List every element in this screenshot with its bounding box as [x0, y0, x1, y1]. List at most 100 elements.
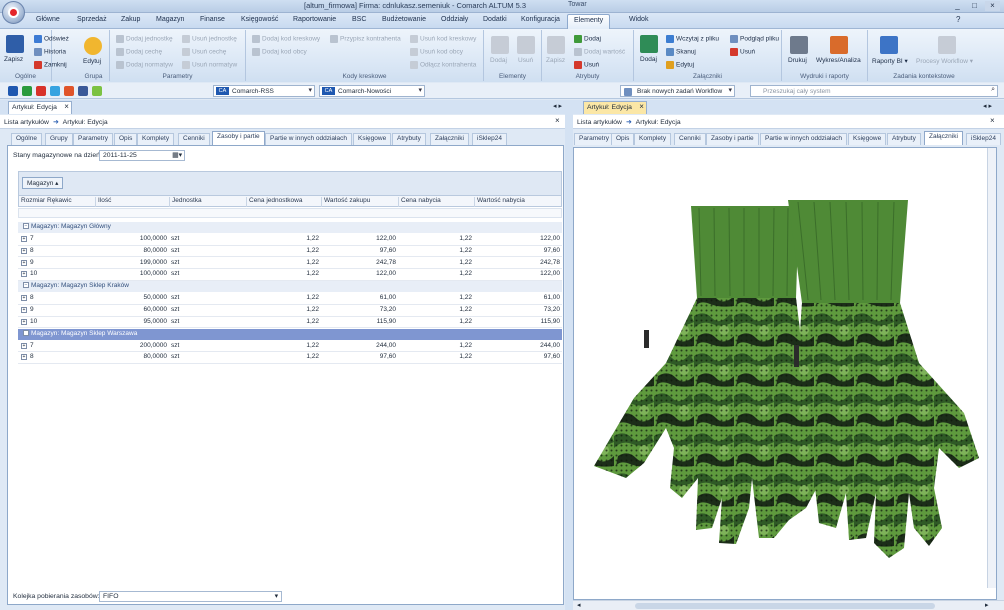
tab-raportowanie[interactable]: Raportowanie [293, 16, 336, 23]
maximize-button[interactable]: □ [967, 1, 982, 11]
tab-scroll-arrows[interactable]: ◂ ▸ [553, 102, 562, 110]
tab-dodatki[interactable]: Dodatki [483, 16, 507, 23]
remove-unit-button[interactable]: Usuń jednostkę [182, 35, 237, 43]
preview-file-button[interactable]: Podgląd pliku [730, 35, 779, 43]
close-window-button[interactable]: × [985, 1, 1000, 11]
remove-feature-button[interactable]: Usuń cechę [182, 48, 226, 56]
search-icon[interactable]: ⌕ [991, 86, 995, 94]
table-row[interactable]: 7 100,0000 szt 1,22 122,00 1,22 122,00 + [18, 234, 562, 246]
add-value-button[interactable]: Dodaj wartość [574, 48, 625, 56]
expand-icon[interactable]: + [21, 307, 27, 313]
table-row[interactable]: 9 199,0000 szt 1,22 242,78 1,22 242,78 + [18, 258, 562, 270]
panel-splitter[interactable] [565, 100, 573, 610]
calendar-icon[interactable]: ▦▾ [172, 151, 182, 159]
tab-widok[interactable]: Widok [629, 16, 648, 23]
expand-icon[interactable]: + [21, 259, 27, 266]
twitter-icon[interactable] [50, 86, 60, 96]
col-wartosc-nabycia[interactable]: Wartość nabycia [475, 197, 563, 207]
collapse-icon[interactable]: − [23, 223, 29, 230]
table-row[interactable]: 9 60,0000 szt 1,22 73,20 1,22 73,20 + [18, 305, 562, 317]
expand-icon[interactable]: + [21, 247, 27, 254]
add-foreign-code-button[interactable]: Dodaj kod obcy [252, 48, 307, 56]
tab-cenniki[interactable]: Cenniki [674, 133, 706, 145]
tab-atrybuty[interactable]: Atrybuty [887, 133, 921, 145]
load-from-file-button[interactable]: Wczytaj z pliku [666, 35, 719, 43]
workflow-processes-button[interactable]: Procesy Workflow ▾ [916, 57, 973, 65]
filter-row[interactable] [18, 208, 562, 218]
collapse-icon[interactable]: − [23, 329, 29, 336]
expand-icon[interactable]: + [21, 342, 27, 349]
tab-parametry[interactable]: Parametry [574, 133, 614, 145]
close-panel-icon[interactable]: × [555, 116, 560, 125]
vertical-scrollbar[interactable] [987, 148, 996, 588]
tab-elementy[interactable]: Elementy [567, 14, 611, 29]
right-doc-tab[interactable]: Artykuł: Edycja × [583, 101, 647, 114]
add-element-button[interactable]: Dodaj [490, 57, 507, 64]
tab-isklep24[interactable]: iSklep24 [472, 133, 507, 145]
group-row[interactable]: − Magazyn: Magazyn Sklep Kraków [18, 281, 562, 293]
print-button[interactable]: Drukuj [788, 57, 807, 64]
tab-zasoby-i-partie[interactable]: Zasoby i partie [706, 133, 759, 145]
tab-komplety[interactable]: Komplety [634, 133, 672, 145]
table-row[interactable]: 10 100,0000 szt 1,22 122,00 1,22 122,00 + [18, 269, 562, 282]
expand-icon[interactable]: + [21, 295, 27, 302]
close-tab-icon[interactable]: × [639, 102, 644, 111]
workflow-combo[interactable]: Brak nowych zadań Workflow ▾ [620, 85, 735, 97]
app-menu-button[interactable] [2, 1, 25, 24]
breadcrumb-list-link[interactable]: Lista artykułów [4, 119, 49, 126]
collapse-icon[interactable]: − [23, 282, 29, 289]
tab-bsc[interactable]: BSC [352, 16, 366, 23]
expand-icon[interactable]: + [21, 354, 27, 361]
tab-ksiegowe[interactable]: Księgowe [353, 133, 392, 145]
col-wartosc-zakupu[interactable]: Wartość zakupu [322, 197, 399, 207]
add-feature-button[interactable]: Dodaj cechę [116, 48, 162, 56]
queue-select[interactable]: FIFO ▾ [99, 591, 282, 602]
chart-analysis-button[interactable]: Wykres/Analiza [816, 57, 861, 64]
add-norm-button[interactable]: Dodaj normatyw [116, 61, 173, 69]
close-document-button[interactable]: Zamknij [34, 61, 67, 69]
history-button[interactable]: Historia [34, 48, 66, 56]
expand-icon[interactable]: + [21, 236, 27, 242]
edit-attachment-button[interactable]: Edytuj [666, 61, 694, 69]
tab-grupy[interactable]: Grupy [45, 133, 73, 145]
tab-partie-w-innych-oddzialach[interactable]: Partie w innych oddziałach [265, 133, 352, 145]
assign-contractor-button[interactable]: Przypisz kontrahenta [330, 35, 401, 43]
remove-element-button[interactable]: Usuń [518, 57, 533, 64]
add-barcode-button[interactable]: Dodaj kod kreskowy [252, 35, 320, 43]
tab-isklep24[interactable]: iSklep24 [966, 133, 1001, 145]
tab-glowne[interactable]: Główne [36, 16, 60, 23]
tab-konfiguracja[interactable]: Konfiguracja [521, 16, 560, 23]
rss-combo[interactable]: CA Comarch-RSS ▾ [213, 85, 315, 97]
remove-attachment-button[interactable]: Usuń [730, 48, 755, 56]
add-attribute-button[interactable]: Dodaj [574, 35, 601, 43]
rss-icon[interactable] [64, 86, 74, 96]
facebook-icon[interactable] [78, 86, 88, 96]
tab-opis[interactable]: Opis [611, 133, 635, 145]
tab-cenniki[interactable]: Cenniki [178, 133, 210, 145]
table-row[interactable]: 10 95,0000 szt 1,22 115,90 1,22 115,90 + [18, 317, 562, 329]
news-combo[interactable]: CA Comarch-Nowości ▾ [319, 85, 425, 97]
group-row[interactable]: − Magazyn: Magazyn Główny [18, 222, 562, 233]
tab-komplety[interactable]: Komplety [137, 133, 175, 145]
table-row[interactable]: 8 80,0000 szt 1,22 97,60 1,22 97,60 + [18, 246, 562, 258]
detach-contractor-button[interactable]: Odłącz kontrahenta [410, 61, 476, 69]
scroll-left-icon[interactable]: ◂ [577, 601, 581, 609]
scroll-thumb[interactable] [635, 603, 935, 609]
add-attachment-button[interactable]: Dodaj [640, 56, 657, 63]
expand-icon[interactable]: + [21, 318, 27, 325]
remove-barcode-button[interactable]: Usuń kod kreskowy [410, 35, 476, 43]
tab-ksiegowe[interactable]: Księgowe [848, 133, 887, 145]
global-search-input[interactable]: Przeszukaj cały system ⌕ [750, 85, 998, 97]
col-cena-nabycia[interactable]: Cena nabycia [399, 197, 475, 207]
table-row[interactable]: 8 80,0000 szt 1,22 97,60 1,22 97,60 + [18, 352, 562, 365]
tab-zalaczniki[interactable]: Załączniki [430, 133, 469, 145]
save-button[interactable]: Zapisz [4, 56, 23, 63]
expand-icon[interactable]: + [21, 271, 27, 278]
network-icon[interactable] [92, 86, 102, 96]
tab-partie-w-innych-oddzialach[interactable]: Partie w innych oddziałach [760, 133, 847, 145]
help-icon[interactable]: ? [956, 15, 960, 24]
tab-scroll-arrows[interactable]: ◂ ▸ [983, 102, 992, 110]
col-cena-jednostkowa[interactable]: Cena jednostkowa [247, 197, 322, 207]
tab-zakup[interactable]: Zakup [121, 16, 140, 23]
tab-sprzedaz[interactable]: Sprzedaż [77, 16, 107, 23]
